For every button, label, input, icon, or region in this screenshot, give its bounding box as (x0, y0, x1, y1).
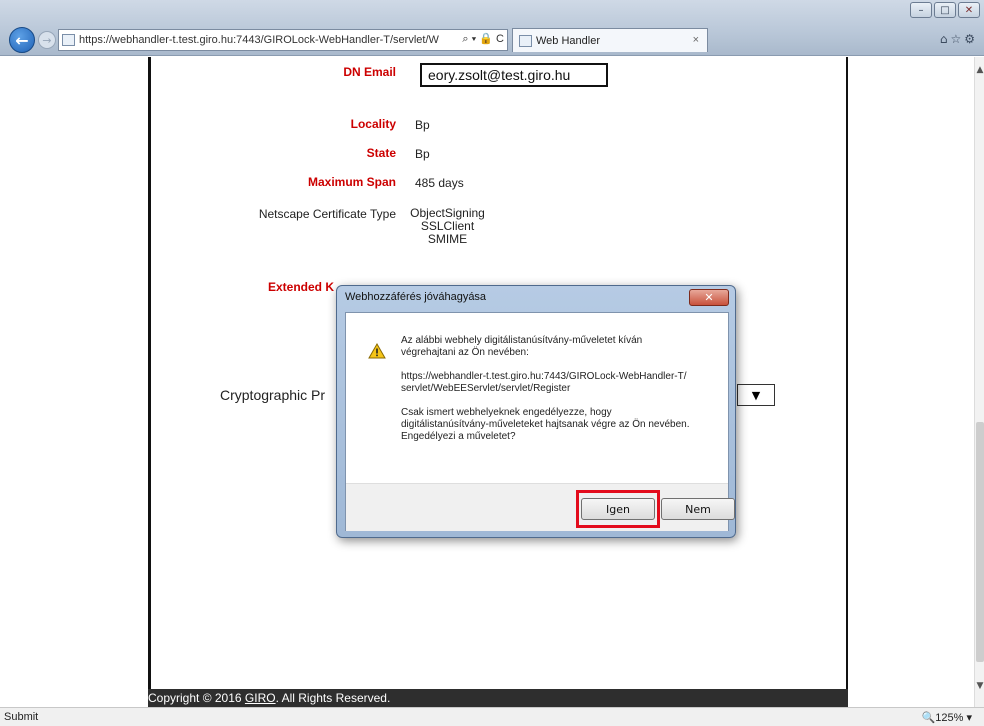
scroll-down-arrow-icon[interactable]: ▼ (975, 681, 984, 693)
cert-type-item: SMIME (427, 232, 468, 246)
minimize-button[interactable]: – (910, 2, 932, 18)
scroll-thumb[interactable] (976, 422, 984, 662)
extended-key-label: Extended K (267, 280, 334, 294)
browser-chrome: – □ ✕ ← → https://webhandler-t.test.giro… (0, 0, 984, 56)
no-button[interactable]: Nem (661, 498, 735, 520)
forward-button[interactable]: → (38, 31, 56, 49)
dialog-close-button[interactable]: ✕ (689, 289, 729, 306)
cert-type-label: Netscape Certificate Type (258, 207, 396, 221)
status-bar: Submit 🔍125% ▾ (0, 707, 984, 726)
page-right-border (846, 57, 848, 689)
provider-dropdown-chevron-icon[interactable]: ▼ (737, 384, 775, 406)
tab-favicon-icon (519, 34, 532, 47)
dialog-question-line3: Engedélyezi a műveletet? (401, 431, 516, 442)
page-footer: Copyright © 2016 GIRO. All Rights Reserv… (148, 689, 848, 707)
footer-suffix: . All Rights Reserved. (275, 691, 391, 705)
address-url[interactable]: https://webhandler-t.test.giro.hu:7443/G… (79, 34, 439, 46)
dialog-body: Az alábbi webhely digitálistanúsítvány-m… (345, 312, 735, 531)
dialog-message-line1: Az alábbi webhely digitálistanúsítvány-m… (401, 335, 643, 346)
yes-button[interactable]: Igen (581, 498, 655, 520)
dialog-button-bar: Igen Nem (346, 483, 735, 531)
status-text: Submit (4, 711, 39, 723)
scroll-up-arrow-icon[interactable]: ▲ (975, 65, 984, 77)
zoom-level[interactable]: 🔍125% ▾ (922, 711, 972, 724)
dialog-url-line2: servlet/WebEEServlet/servlet/Register (401, 383, 571, 394)
locality-label: Locality (350, 117, 396, 131)
dialog-url-line1: https://webhandler-t.test.giro.hu:7443/G… (401, 371, 687, 382)
state-value: Bp (415, 147, 430, 161)
warning-icon (368, 343, 386, 359)
footer-prefix: Copyright © 2016 (148, 691, 245, 705)
dn-email-label: DN Email (343, 65, 396, 79)
back-button[interactable]: ← (9, 27, 35, 53)
dialog-title: Webhozzáférés jóváhagyása (345, 291, 487, 303)
address-bar[interactable]: https://webhandler-t.test.giro.hu:7443/G… (58, 29, 508, 51)
home-favorites-settings-icons[interactable]: ⌂☆⚙ (940, 32, 978, 46)
dialog-question-line1: Csak ismert webhelyeknek engedélyezze, h… (401, 407, 612, 418)
maximum-span-label: Maximum Span (307, 175, 396, 189)
close-window-button[interactable]: ✕ (958, 2, 980, 18)
dn-email-value: eory.zsolt@test.giro.hu (420, 63, 608, 87)
cert-type-list: ObjectSigning SSLClient SMIME (410, 207, 485, 246)
address-tools[interactable]: ⌕ ▾ 🔒 C (460, 32, 504, 46)
maximum-span-value: 485 days (415, 176, 464, 190)
window-controls: – □ ✕ (910, 2, 980, 18)
vertical-scrollbar[interactable]: ▲ ▼ (974, 57, 984, 707)
footer-giro-link[interactable]: GIRO (245, 691, 276, 705)
cryptographic-provider-label: Cryptographic Pr (220, 387, 326, 403)
state-label: State (366, 146, 396, 160)
page-favicon-icon (62, 34, 75, 46)
maximize-button[interactable]: □ (934, 2, 956, 18)
dialog-message-line2: végrehajtani az Ön nevében: (401, 347, 529, 358)
locality-value: Bp (415, 118, 430, 132)
tab-title: Web Handler (536, 34, 600, 47)
navigation-bar: ← → https://webhandler-t.test.giro.hu:74… (0, 26, 984, 54)
dialog-question-line2: digitálistanúsítvány-műveleteket hajtsan… (401, 419, 690, 430)
tab-web-handler[interactable]: Web Handler × (512, 28, 708, 52)
web-access-confirmation-dialog: Webhozzáférés jóváhagyása ✕ Az alábbi we… (336, 285, 736, 538)
tab-close-icon[interactable]: × (693, 34, 699, 46)
